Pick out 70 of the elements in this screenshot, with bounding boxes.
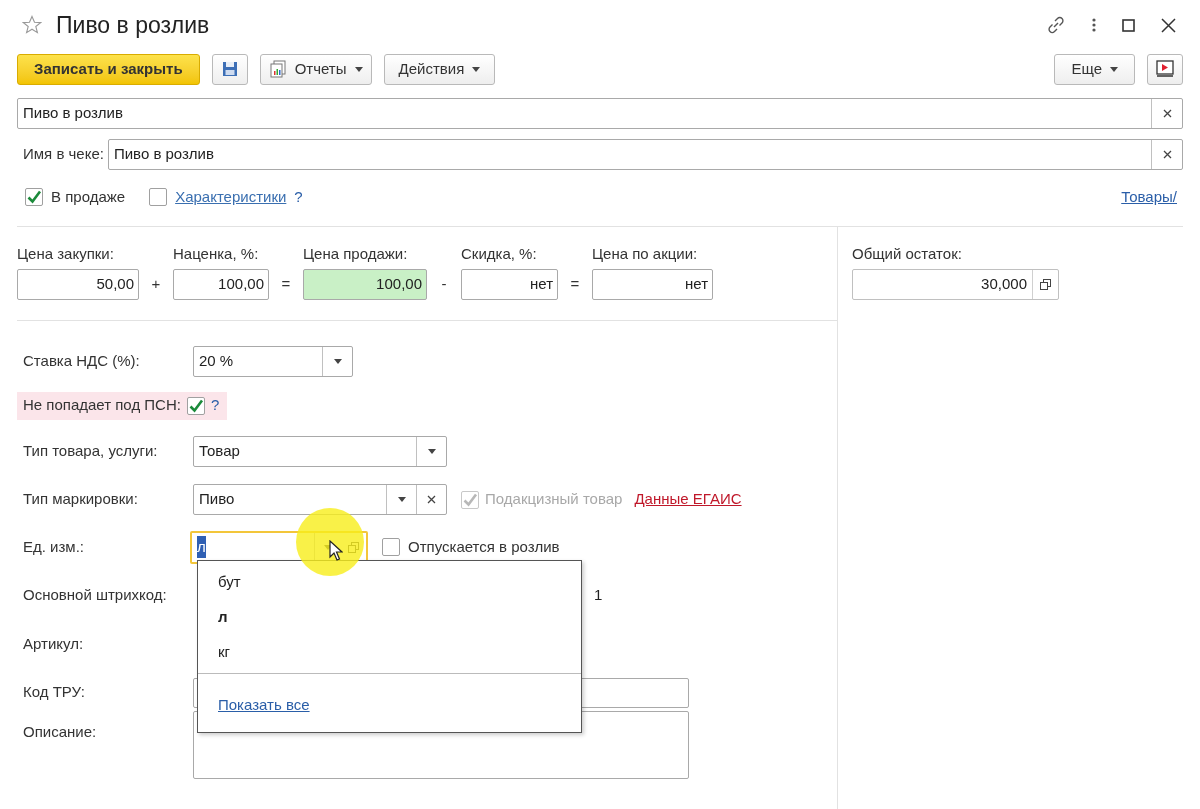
- receipt-name-field[interactable]: Пиво в розлив: [107, 139, 1183, 170]
- field-label: Основной штрихкод:: [23, 585, 168, 606]
- product-type-select[interactable]: Товар: [193, 436, 447, 467]
- save-and-close-button[interactable]: Записать и закрыть: [17, 53, 200, 85]
- show-all-link[interactable]: Показать все: [218, 694, 310, 717]
- checkbox-label: Подакцизный товар: [485, 489, 623, 510]
- field-label: Артикул:: [23, 634, 85, 655]
- link-icon[interactable]: [1046, 15, 1066, 35]
- operator-sign: =: [569, 273, 581, 294]
- dropdown-caret-icon: [427, 449, 436, 454]
- help-mark[interactable]: ?: [294, 185, 303, 209]
- price-field[interactable]: 100,00: [173, 268, 269, 300]
- name-field[interactable]: Пиво в розлив: [17, 98, 1183, 129]
- dropdown-option[interactable]: л: [198, 600, 581, 635]
- more-icon[interactable]: [1092, 18, 1096, 32]
- price-field[interactable]: 100,00: [303, 268, 427, 300]
- save-button[interactable]: [211, 53, 248, 85]
- field-label: Тип маркировки:: [23, 489, 139, 510]
- actions-button[interactable]: Действия: [383, 53, 496, 85]
- reports-button[interactable]: Отчеты: [259, 53, 372, 85]
- total-stock-field[interactable]: 30,000: [852, 268, 1059, 300]
- field-label: Цена продажи:: [303, 244, 409, 264]
- maximize-icon[interactable]: [1122, 18, 1135, 32]
- field-label: Не попадает под ПСН:: [23, 395, 181, 416]
- close-icon[interactable]: [1161, 17, 1176, 33]
- field-label: Наценка, %:: [173, 244, 260, 264]
- checkbox-label: Отпускается в розлив: [408, 536, 560, 557]
- egais-link[interactable]: Данные ЕГАИС: [634, 488, 742, 511]
- dropdown-caret-icon: [333, 359, 342, 364]
- dropdown-caret-icon: [1110, 66, 1118, 72]
- price-field[interactable]: 50,00: [17, 268, 139, 300]
- field-label: Цена закупки:: [17, 244, 115, 264]
- field-label: Имя в чеке:: [22, 144, 104, 165]
- field-label: Цена по акции:: [592, 244, 699, 264]
- field-label: Общий остаток:: [852, 244, 963, 264]
- price-field[interactable]: нет: [461, 268, 558, 300]
- operator-sign: -: [440, 273, 448, 294]
- goods-link[interactable]: Товары/: [1121, 185, 1177, 209]
- dropdown-option[interactable]: бут: [198, 565, 581, 600]
- checkbox[interactable]: [149, 188, 168, 206]
- star-icon[interactable]: [22, 15, 42, 35]
- report-icon: [268, 60, 287, 78]
- checkbox-label: В продаже: [51, 186, 126, 207]
- barcode-value: 1: [594, 585, 603, 606]
- field-label: Описание:: [23, 721, 98, 742]
- checkbox[interactable]: [25, 188, 43, 206]
- operator-sign: =: [280, 273, 292, 294]
- video-help-button[interactable]: [1147, 53, 1183, 85]
- dropdown-caret-icon: [354, 66, 363, 72]
- more-button[interactable]: Еще: [1054, 53, 1135, 85]
- checkbox[interactable]: [186, 396, 205, 415]
- marking-type-select[interactable]: Пиво: [193, 484, 447, 515]
- field-label: Ед. изм.:: [23, 536, 85, 557]
- field-label: Тип товара, услуги:: [23, 441, 159, 462]
- price-field[interactable]: нет: [592, 268, 713, 300]
- field-label: Код ТРУ:: [23, 682, 86, 703]
- field-label: Ставка НДС (%):: [23, 351, 141, 372]
- dropdown-caret-icon: [472, 66, 481, 72]
- dropdown-option[interactable]: кг: [198, 635, 581, 670]
- operator-sign: +: [150, 273, 162, 294]
- open-form-icon[interactable]: [1040, 278, 1051, 290]
- window-title: Пиво в розлив: [56, 10, 210, 40]
- vat-select[interactable]: 20 %: [193, 346, 353, 377]
- play-book-icon: [1155, 60, 1175, 78]
- characteristics-link[interactable]: Характеристики: [175, 185, 287, 209]
- checkbox[interactable]: [382, 538, 400, 556]
- field-label: Скидка, %:: [461, 244, 538, 264]
- dropdown-caret-icon: [397, 497, 406, 502]
- cursor-icon: [329, 540, 343, 562]
- help-mark[interactable]: ?: [210, 394, 220, 417]
